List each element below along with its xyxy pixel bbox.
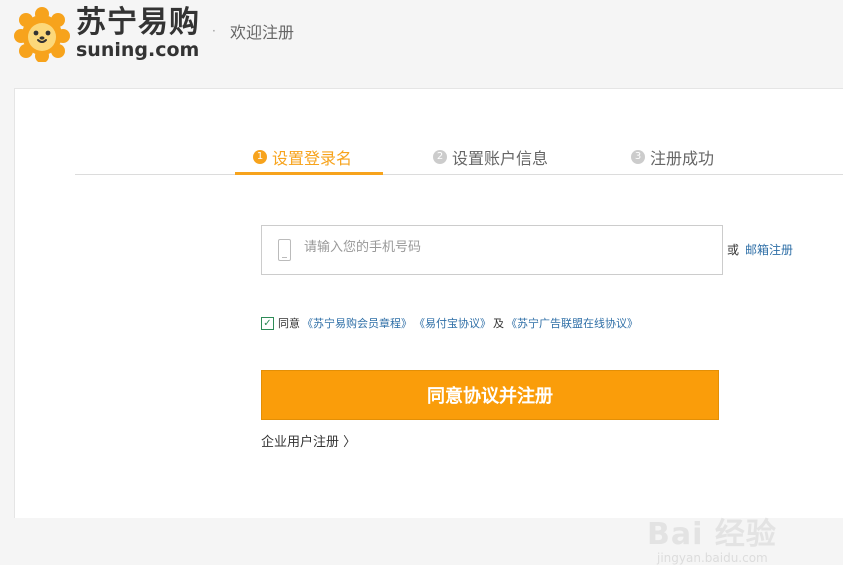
step-label: 设置账户信息 <box>452 149 549 168</box>
enterprise-register-link[interactable]: 企业用户注册 〉 <box>261 431 356 450</box>
baidu-jingyan-watermark: Bai 经验 jingyan.baidu.com <box>647 509 777 565</box>
phone-input[interactable] <box>302 239 686 256</box>
register-panel: 1 设置登录名 2 设置账户信息 3 注册成功 或 邮箱注册 ✓ 同意 《苏宁易… <box>14 88 843 565</box>
step-register-success: 3 注册成功 <box>631 145 714 169</box>
brand-name-en: suning.com <box>76 39 200 61</box>
ad-alliance-agreement-link[interactable]: 《苏宁广告联盟在线协议》 <box>506 315 638 331</box>
epay-agreement-link[interactable]: 《易付宝协议》 <box>414 315 491 331</box>
agree-label: 同意 <box>278 317 300 330</box>
agree-checkbox[interactable]: ✓ <box>261 316 274 330</box>
step-label: 注册成功 <box>650 149 715 168</box>
active-step-indicator <box>235 172 383 175</box>
step-number: 3 <box>631 150 645 164</box>
step-label: 设置登录名 <box>272 149 353 168</box>
member-charter-link[interactable]: 《苏宁易购会员章程》 <box>302 315 412 331</box>
watermark-brand: Bai 经验 <box>647 517 777 552</box>
step-number: 1 <box>253 150 267 164</box>
page-title: 欢迎注册 <box>230 23 295 42</box>
mobile-phone-icon <box>278 239 291 261</box>
step-number: 2 <box>433 150 447 164</box>
steps-divider <box>75 174 843 175</box>
and-label: 及 <box>493 317 504 330</box>
agreement-row: ✓ 同意 《苏宁易购会员章程》 《易付宝协议》 及 《苏宁广告联盟在线协议》 <box>261 315 638 331</box>
brand-name-cn: 苏宁易购 <box>76 5 200 40</box>
header-separator: · <box>212 24 216 38</box>
email-register-link[interactable]: 邮箱注册 <box>745 241 793 258</box>
step-set-account-info: 2 设置账户信息 <box>433 145 548 169</box>
watermark-url: jingyan.baidu.com <box>657 551 768 565</box>
or-label: 或 <box>727 243 740 257</box>
suning-lion-logo-icon[interactable] <box>14 6 70 62</box>
step-set-login-name: 1 设置登录名 <box>253 145 352 169</box>
site-header: 苏宁易购 suning.com · 欢迎注册 <box>0 0 843 88</box>
phone-field[interactable] <box>261 225 723 275</box>
agree-and-register-button[interactable]: 同意协议并注册 <box>261 370 719 420</box>
